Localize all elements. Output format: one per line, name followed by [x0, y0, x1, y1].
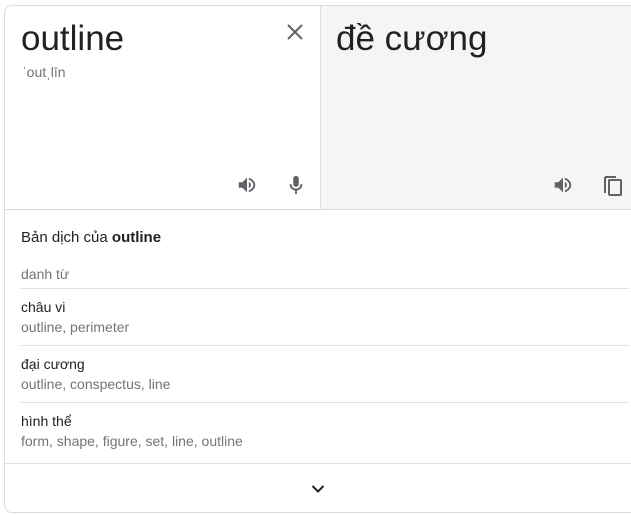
details-heading: Bản dịch của outline [21, 229, 161, 246]
entry-word: châu vi [21, 299, 66, 315]
source-phonetic: ˈoutˌlīn [22, 64, 66, 80]
copy-icon[interactable] [600, 172, 626, 198]
target-speaker-icon[interactable] [550, 172, 576, 198]
entry-synonyms: form, shape, figure, set, line, outline [21, 433, 243, 449]
details-heading-word: outline [111, 229, 162, 246]
entry-synonyms: outline, conspectus, line [21, 376, 171, 392]
list-item[interactable]: đại cương outline, conspectus, line [21, 345, 629, 402]
chevron-down-icon[interactable] [306, 477, 330, 501]
part-of-speech: danh từ [21, 266, 70, 282]
target-pane: đề cương [321, 6, 631, 209]
details-heading-prefix: Bản dịch của [21, 229, 108, 246]
details-footer [5, 463, 631, 512]
entry-word: hình thể [21, 413, 72, 429]
entry-word: đại cương [21, 356, 85, 372]
translation-panes: outline ˈoutˌlīn đề cương [5, 6, 631, 210]
target-text: đề cương [336, 19, 488, 58]
entry-synonyms: outline, perimeter [21, 319, 130, 335]
close-icon[interactable] [283, 20, 307, 44]
source-speaker-icon[interactable] [234, 172, 260, 198]
source-pane[interactable]: outline ˈoutˌlīn [5, 6, 321, 209]
source-text[interactable]: outline [21, 19, 124, 59]
translation-card: outline ˈoutˌlīn đề cương Bản dịch của o… [4, 5, 631, 513]
list-item[interactable]: châu vi outline, perimeter [21, 288, 629, 345]
microphone-icon[interactable] [283, 172, 309, 198]
list-item[interactable]: hình thể form, shape, figure, set, line,… [21, 402, 629, 459]
